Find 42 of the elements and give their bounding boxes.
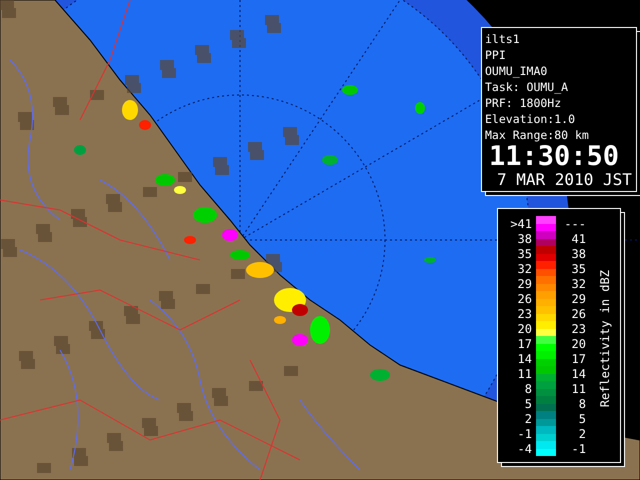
legend-label: 8 [524,382,533,396]
legend-title: Reflectivity in dBZ [598,270,612,408]
legend-label: 32 [570,276,586,290]
info-text: Elevation:1.0 [485,111,576,127]
legend-label: >41 [509,216,533,230]
legend-label: 35 [516,246,533,260]
legend-label: --- [563,216,586,230]
legend-label: 5 [524,396,533,410]
legend-label: 26 [570,306,586,320]
legend-label: 29 [516,276,533,290]
legend-label: 20 [516,322,533,336]
info-text: OUMU_IMA0 [485,63,548,79]
legend-label: 5 [578,412,586,426]
legend-label: 23 [516,306,533,320]
legend-label: 2 [524,412,533,426]
legend-label: 26 [516,292,533,306]
info-text: ilts1 [485,31,521,47]
date-text: 7 MAR 2010 JST [497,171,633,189]
legend-label: 2 [578,426,586,440]
legend-label: 11 [570,382,586,396]
legend-label: 38 [570,246,586,260]
info-text: PPI [485,47,507,63]
legend-label: 23 [570,322,586,336]
legend-label: 8 [578,396,586,410]
legend-label: 29 [570,292,586,306]
legend-label: 38 [516,232,533,246]
legend-label: 14 [570,366,586,380]
legend-label: -4 [516,442,533,456]
legend-label: 20 [570,336,586,350]
legend-label: 14 [516,352,533,366]
legend-label: 17 [516,336,533,350]
legend-label: 11 [516,366,533,380]
info-text: Max Range:80 km [485,127,590,143]
legend-label: -1 [570,442,586,456]
info-text: Task: OUMU_A [485,79,570,95]
time-text: 11:30:50 [489,143,620,171]
legend-label: 41 [570,232,586,246]
legend-label: 17 [570,352,586,366]
legend-label: 32 [516,262,533,276]
legend-label: -1 [516,426,533,440]
legend-label: 35 [570,262,586,276]
info-text: PRF: 1800Hz [485,95,562,111]
